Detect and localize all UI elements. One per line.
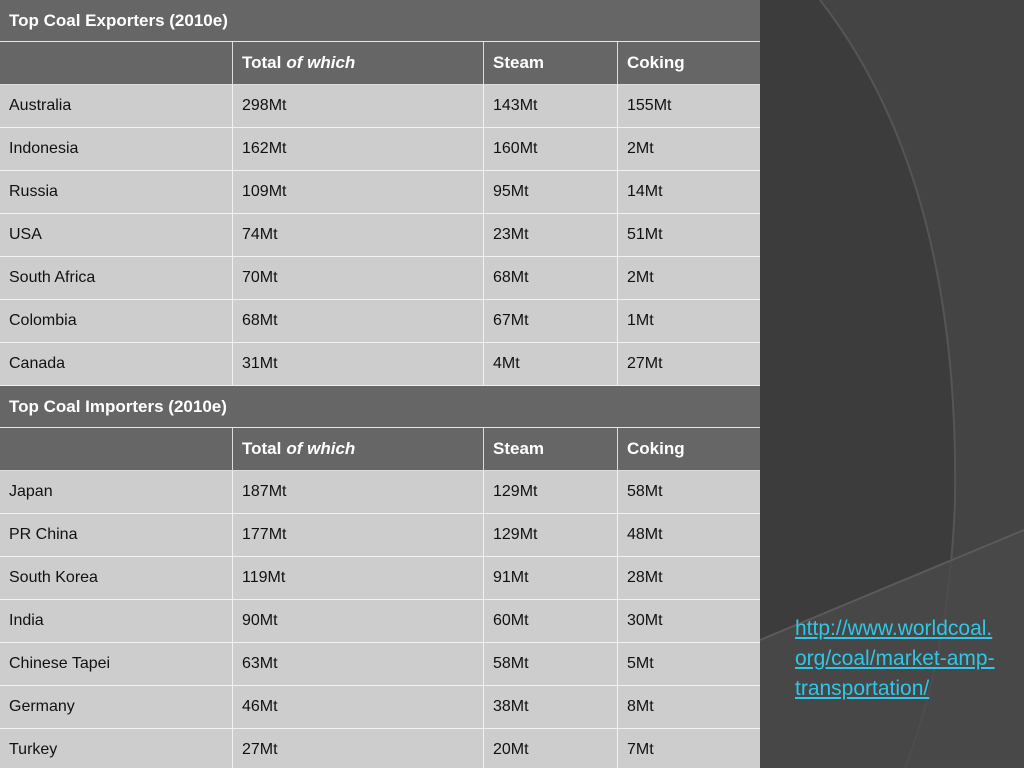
cell-country: Japan	[0, 471, 233, 513]
header-coking: Coking	[627, 53, 685, 72]
table-row: Chinese Tapei 63Mt 58Mt 5Mt	[0, 643, 760, 686]
cell-coking: 2Mt	[627, 140, 654, 157]
cell-steam: 58Mt	[484, 643, 618, 685]
cell-coking: 27Mt	[627, 355, 663, 372]
cell-total: 177Mt	[233, 514, 484, 556]
table-row: Turkey 27Mt 20Mt 7Mt	[0, 729, 760, 768]
cell-steam: 23Mt	[484, 214, 618, 256]
cell-steam: 95Mt	[484, 171, 618, 213]
cell-steam: 68Mt	[484, 257, 618, 299]
cell-country: Canada	[0, 343, 233, 385]
cell-country: Colombia	[0, 300, 233, 342]
cell-coking: 5Mt	[627, 655, 654, 672]
source-link[interactable]: http://www.worldcoal.org/coal/market-amp…	[795, 614, 995, 704]
cell-coking: 2Mt	[627, 269, 654, 286]
header-total-suffix: of which	[286, 439, 356, 458]
cell-steam: 143Mt	[484, 85, 618, 127]
cell-coking: 28Mt	[627, 569, 663, 586]
cell-country: South Korea	[0, 557, 233, 599]
table-row: Canada 31Mt 4Mt 27Mt	[0, 343, 760, 386]
header-total-label: Total	[242, 53, 282, 72]
cell-total: 27Mt	[233, 729, 484, 768]
cell-coking: 1Mt	[627, 312, 654, 329]
header-total-label: Total	[242, 439, 282, 458]
table-row: South Africa 70Mt 68Mt 2Mt	[0, 257, 760, 300]
table-row: USA 74Mt 23Mt 51Mt	[0, 214, 760, 257]
cell-country: Turkey	[0, 729, 233, 768]
cell-country: PR China	[0, 514, 233, 556]
header-steam: Steam	[484, 428, 618, 470]
cell-steam: 160Mt	[484, 128, 618, 170]
cell-coking: 30Mt	[627, 612, 663, 629]
cell-total: 187Mt	[233, 471, 484, 513]
cell-steam: 91Mt	[484, 557, 618, 599]
cell-country: Indonesia	[0, 128, 233, 170]
coal-trade-table: Top Coal Exporters (2010e) Total of which…	[0, 0, 760, 768]
cell-steam: 4Mt	[484, 343, 618, 385]
header-total: Total of which	[233, 42, 484, 84]
cell-total: 70Mt	[233, 257, 484, 299]
header-country	[0, 42, 233, 84]
table-row: India 90Mt 60Mt 30Mt	[0, 600, 760, 643]
cell-coking: 48Mt	[627, 526, 663, 543]
cell-steam: 60Mt	[484, 600, 618, 642]
table-row: Australia 298Mt 143Mt 155Mt	[0, 85, 760, 128]
cell-coking: 58Mt	[627, 483, 663, 500]
header-coking: Coking	[627, 439, 685, 458]
cell-steam: 20Mt	[484, 729, 618, 768]
cell-total: 298Mt	[233, 85, 484, 127]
cell-total: 162Mt	[233, 128, 484, 170]
cell-country: Chinese Tapei	[0, 643, 233, 685]
cell-steam: 38Mt	[484, 686, 618, 728]
header-total-suffix: of which	[286, 53, 356, 72]
cell-coking: 8Mt	[627, 698, 654, 715]
cell-steam: 129Mt	[484, 514, 618, 556]
cell-coking: 14Mt	[627, 183, 663, 200]
cell-coking: 155Mt	[627, 97, 672, 114]
table-row: South Korea 119Mt 91Mt 28Mt	[0, 557, 760, 600]
importers-header-row: Total of which Steam Coking	[0, 428, 760, 471]
header-total: Total of which	[233, 428, 484, 470]
exporters-body: Australia 298Mt 143Mt 155Mt Indonesia 162Mt 16…	[0, 85, 760, 386]
cell-total: 68Mt	[233, 300, 484, 342]
cell-country: India	[0, 600, 233, 642]
table-row: Russia 109Mt 95Mt 14Mt	[0, 171, 760, 214]
table-row: PR China 177Mt 129Mt 48Mt	[0, 514, 760, 557]
cell-steam: 67Mt	[484, 300, 618, 342]
cell-coking: 51Mt	[627, 226, 663, 243]
header-steam: Steam	[484, 42, 618, 84]
cell-total: 119Mt	[233, 557, 484, 599]
cell-country: South Africa	[0, 257, 233, 299]
cell-country: Germany	[0, 686, 233, 728]
cell-total: 46Mt	[233, 686, 484, 728]
table-row: Japan 187Mt 129Mt 58Mt	[0, 471, 760, 514]
importers-body: Japan 187Mt 129Mt 58Mt PR China 177Mt 129Mt 48M…	[0, 471, 760, 768]
importers-title: Top Coal Importers (2010e)	[0, 386, 760, 428]
cell-steam: 129Mt	[484, 471, 618, 513]
table-row: Colombia 68Mt 67Mt 1Mt	[0, 300, 760, 343]
exporters-header-row: Total of which Steam Coking	[0, 42, 760, 85]
cell-total: 74Mt	[233, 214, 484, 256]
cell-country: Russia	[0, 171, 233, 213]
table-row: Germany 46Mt 38Mt 8Mt	[0, 686, 760, 729]
cell-country: Australia	[0, 85, 233, 127]
table-row: Indonesia 162Mt 160Mt 2Mt	[0, 128, 760, 171]
cell-coking: 7Mt	[627, 741, 654, 758]
cell-total: 109Mt	[233, 171, 484, 213]
cell-total: 31Mt	[233, 343, 484, 385]
exporters-title: Top Coal Exporters (2010e)	[0, 0, 760, 42]
cell-total: 90Mt	[233, 600, 484, 642]
cell-country: USA	[0, 214, 233, 256]
header-country	[0, 428, 233, 470]
cell-total: 63Mt	[233, 643, 484, 685]
